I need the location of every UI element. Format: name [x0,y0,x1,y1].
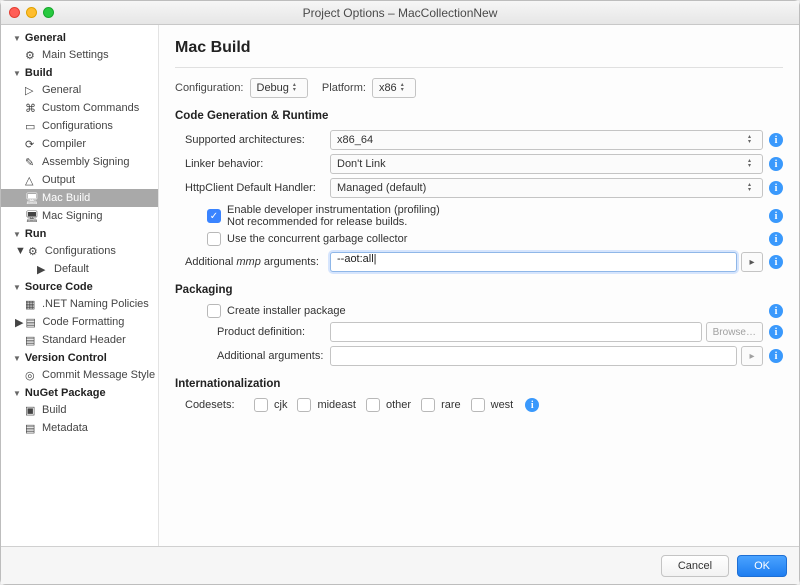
sidebar-item-mac-signing[interactable]: 🖥Mac Signing [1,207,158,225]
page-title: Mac Build [175,39,783,57]
gear-icon: ⚙ [25,49,37,61]
mmp-expand-button[interactable]: ▸ [741,252,763,272]
mmp-label: Additional mmp arguments: [175,256,330,268]
sidebar-item-code-formatting[interactable]: ▶▤Code Formatting [1,313,158,331]
package-icon: ▣ [25,404,37,416]
sidebar-cat-source[interactable]: ▼Source Code [1,278,158,295]
pkg-args-input[interactable] [330,346,737,366]
window-title: Project Options – MacCollectionNew [1,6,799,20]
play-icon: ▷ [25,84,37,96]
codeset-mideast-checkbox[interactable] [297,398,311,412]
info-icon[interactable]: i [769,157,783,171]
codesets-label: Codesets: [175,399,250,411]
info-icon[interactable]: i [769,232,783,246]
profiling-note: Not recommended for release builds. [227,216,440,228]
sidebar-item-general[interactable]: ▷General [1,81,158,99]
sidebar-cat-nuget[interactable]: ▼NuGet Package [1,384,158,401]
codeset-west-checkbox[interactable] [471,398,485,412]
arch-label: Supported architectures: [175,134,330,146]
pkg-args-label: Additional arguments: [175,350,330,362]
updown-icon [293,81,303,95]
gc-label: Use the concurrent garbage collector [227,233,407,245]
sidebar-item-run-configurations[interactable]: ▼⚙Configurations [1,242,158,260]
sidebar-item-output[interactable]: △Output [1,171,158,189]
profiling-checkbox[interactable] [207,209,221,223]
info-icon[interactable]: i [769,304,783,318]
stack-icon: ▭ [25,120,37,132]
dialog-footer: Cancel OK [1,546,799,584]
configuration-select[interactable]: Debug [250,78,308,98]
divider [175,67,783,68]
sidebar-item-commit-style[interactable]: ◎Commit Message Style [1,366,158,384]
sidebar-item-default[interactable]: ▶Default [1,260,158,278]
sidebar: ▼General ⚙Main Settings ▼Build ▷General … [1,25,159,546]
arch-select[interactable]: x86_64 [330,130,763,150]
profiling-label: Enable developer instrumentation (profil… [227,204,440,216]
updown-icon [748,133,758,147]
sidebar-item-standard-header[interactable]: ▤Standard Header [1,331,158,349]
gear-icon: ⚙ [28,245,40,257]
output-icon: △ [25,174,37,186]
sidebar-item-nuget-build[interactable]: ▣Build [1,401,158,419]
info-icon[interactable]: i [769,349,783,363]
info-icon[interactable]: i [769,209,783,223]
create-installer-label: Create installer package [227,305,346,317]
sidebar-item-nuget-metadata[interactable]: ▤Metadata [1,419,158,437]
play-icon: ▶ [37,263,49,275]
metadata-icon: ▤ [25,422,37,434]
platform-label: Platform: [322,82,366,94]
codeset-other-checkbox[interactable] [366,398,380,412]
info-icon[interactable]: i [769,133,783,147]
sidebar-cat-build[interactable]: ▼Build [1,64,158,81]
codeset-rare-checkbox[interactable] [421,398,435,412]
header-icon: ▤ [25,334,37,346]
compiler-icon: ⟳ [25,138,37,150]
sidebar-item-mac-build[interactable]: 🖥Mac Build [1,189,158,207]
product-def-input[interactable] [330,322,702,342]
sidebar-item-assembly-signing[interactable]: ✎Assembly Signing [1,153,158,171]
linker-select[interactable]: Don't Link [330,154,763,174]
monitor-icon: 🖥 [25,192,37,204]
sidebar-item-main-settings[interactable]: ⚙Main Settings [1,46,158,64]
sidebar-item-configurations[interactable]: ▭Configurations [1,117,158,135]
dotnet-icon: ▦ [25,298,37,310]
section-i18n: Internationalization [175,378,783,390]
pkg-expand-button[interactable]: ▸ [741,346,763,366]
configuration-label: Configuration: [175,82,244,94]
check-icon: ◎ [25,369,37,381]
updown-icon [748,157,758,171]
monitor-icon: 🖥 [25,210,37,222]
titlebar: Project Options – MacCollectionNew [1,1,799,25]
create-installer-checkbox[interactable] [207,304,221,318]
section-codegen: Code Generation & Runtime [175,110,783,122]
section-packaging: Packaging [175,284,783,296]
updown-icon [401,81,411,95]
sidebar-cat-run[interactable]: ▼Run [1,225,158,242]
browse-button[interactable]: Browse… [706,322,763,342]
http-select[interactable]: Managed (default) [330,178,763,198]
platform-select[interactable]: x86 [372,78,416,98]
sidebar-cat-general[interactable]: ▼General [1,29,158,46]
sidebar-item-compiler[interactable]: ⟳Compiler [1,135,158,153]
format-icon: ▤ [25,316,37,328]
sidebar-cat-version[interactable]: ▼Version Control [1,349,158,366]
cancel-button[interactable]: Cancel [661,555,729,577]
updown-icon [748,181,758,195]
signature-icon: ✎ [25,156,37,168]
tools-icon: ⌘ [25,102,37,114]
codeset-cjk-checkbox[interactable] [254,398,268,412]
http-label: HttpClient Default Handler: [175,182,330,194]
info-icon[interactable]: i [769,181,783,195]
linker-label: Linker behavior: [175,158,330,170]
sidebar-item-naming-policies[interactable]: ▦.NET Naming Policies [1,295,158,313]
content-pane: Mac Build Configuration: Debug Platform:… [159,25,799,546]
mmp-input[interactable]: --aot:all| [330,252,737,272]
gc-checkbox[interactable] [207,232,221,246]
ok-button[interactable]: OK [737,555,787,577]
info-icon[interactable]: i [525,398,539,412]
sidebar-item-custom-commands[interactable]: ⌘Custom Commands [1,99,158,117]
info-icon[interactable]: i [769,325,783,339]
info-icon[interactable]: i [769,255,783,269]
product-def-label: Product definition: [175,326,330,338]
